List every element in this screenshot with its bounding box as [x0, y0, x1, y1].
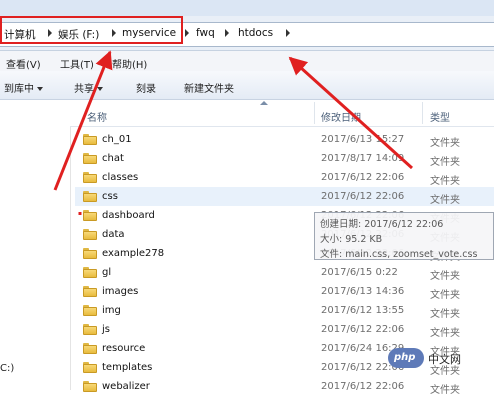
sort-ascending-icon [260, 101, 268, 105]
folder-icon [83, 229, 97, 240]
php-logo-text: php [394, 352, 416, 363]
folder-icon [83, 248, 97, 259]
file-name: data [102, 229, 125, 240]
folder-icon [83, 324, 97, 335]
crumb-htdocs[interactable]: htdocs [238, 27, 273, 39]
tooltip-size: 大小: 95.2 KB [320, 234, 383, 245]
file-row[interactable]: classes 2017/6/12 22:06 文件夹 [75, 168, 494, 187]
menu-view[interactable]: 查看(V) [6, 56, 41, 71]
file-type: 文件夹 [430, 195, 460, 206]
file-date: 2017/6/15 0:22 [321, 267, 398, 278]
file-name: dashboard [102, 210, 155, 221]
file-type: 文件夹 [430, 309, 460, 320]
file-name: img [102, 305, 121, 316]
file-row[interactable]: images 2017/6/13 14:36 文件夹 [75, 282, 494, 301]
file-date: 2017/6/12 13:55 [321, 305, 405, 316]
folder-icon [83, 153, 97, 164]
php-watermark: php 中文网 [388, 346, 494, 372]
file-type: 文件夹 [430, 271, 460, 282]
highlight-box [0, 16, 183, 44]
file-name: css [102, 191, 118, 202]
file-type: 文件夹 [430, 290, 460, 301]
nav-drive-c[interactable]: C:) [0, 363, 14, 374]
folder-icon [83, 134, 97, 145]
column-type[interactable]: 类型 [430, 109, 450, 124]
file-type: 文件夹 [430, 138, 460, 149]
tooltip-files: 文件: main.css, zoomset_vote.css [320, 249, 478, 260]
navigation-pane: C:) [0, 100, 71, 390]
column-divider[interactable] [314, 102, 315, 124]
chevron-right-icon[interactable] [225, 29, 229, 37]
chevron-right-icon[interactable] [185, 29, 189, 37]
share-button[interactable]: 共享 [74, 80, 103, 95]
crumb-fwq[interactable]: fwq [196, 27, 215, 39]
file-name: webalizer [102, 381, 150, 392]
library-label: 到库中 [4, 84, 34, 95]
file-date: 2017/6/13 15:27 [321, 134, 405, 145]
file-name: templates [102, 362, 153, 373]
include-in-library-button[interactable]: 到库中 [4, 80, 43, 95]
file-row[interactable]: webalizer 2017/6/12 22:06 文件夹 [75, 377, 494, 396]
file-row[interactable]: img 2017/6/12 13:55 文件夹 [75, 301, 494, 320]
folder-icon [83, 362, 97, 373]
file-row[interactable]: gl 2017/6/15 0:22 文件夹 [75, 263, 494, 282]
file-date: 2017/6/12 22:06 [321, 381, 405, 392]
file-type: 文件夹 [430, 385, 460, 396]
menu-help[interactable]: 帮助(H) [112, 56, 147, 71]
folder-icon [83, 286, 97, 297]
column-name[interactable]: 名称 [87, 109, 107, 124]
menu-bar: 查看(V) 工具(T) 帮助(H) [0, 51, 494, 71]
window-top-band [0, 0, 494, 16]
caret-down-icon [97, 87, 103, 91]
file-name: chat [102, 153, 124, 164]
file-type: 文件夹 [430, 328, 460, 339]
folder-icon [83, 267, 97, 278]
column-date[interactable]: 修改日期 [321, 109, 361, 124]
folder-icon [83, 210, 97, 221]
file-name: gl [102, 267, 112, 278]
file-date: 2017/6/13 14:36 [321, 286, 405, 297]
file-date: 2017/8/17 14:09 [321, 153, 405, 164]
chevron-right-icon[interactable] [286, 29, 290, 37]
file-date: 2017/6/12 22:06 [321, 172, 405, 183]
burn-button[interactable]: 刻录 [136, 80, 156, 95]
file-name: example278 [102, 248, 165, 259]
file-row[interactable]: js 2017/6/12 22:06 文件夹 [75, 320, 494, 339]
file-type: 文件夹 [430, 157, 460, 168]
file-row[interactable]: chat 2017/8/17 14:09 文件夹 [75, 149, 494, 168]
file-row[interactable]: css 2017/6/12 22:06 文件夹 [75, 187, 494, 206]
file-date: 2017/6/12 22:06 [321, 324, 405, 335]
file-type: 文件夹 [430, 176, 460, 187]
share-label: 共享 [74, 84, 94, 95]
file-name: ch_01 [102, 134, 132, 145]
file-name: js [102, 324, 110, 335]
file-row[interactable]: ch_01 2017/6/13 15:27 文件夹 [75, 130, 494, 149]
new-folder-button[interactable]: 新建文件夹 [184, 80, 234, 95]
folder-icon [83, 172, 97, 183]
php-logo: php [388, 348, 424, 368]
file-date: 2017/6/12 22:06 [321, 191, 405, 202]
file-tooltip: 创建日期: 2017/6/12 22:06 大小: 95.2 KB 文件: ma… [314, 212, 494, 260]
file-name: resource [102, 343, 146, 354]
folder-icon [83, 381, 97, 392]
file-name: classes [102, 172, 139, 183]
column-header: 名称 修改日期 类型 [70, 100, 494, 127]
folder-icon [83, 305, 97, 316]
menu-tools[interactable]: 工具(T) [60, 56, 94, 71]
column-divider[interactable] [422, 102, 423, 124]
tooltip-created: 创建日期: 2017/6/12 22:06 [320, 219, 444, 230]
toolbar: 到库中 共享 刻录 新建文件夹 [0, 71, 494, 100]
file-name: images [102, 286, 139, 297]
folder-icon [83, 343, 97, 354]
watermark-text: 中文网 [428, 353, 461, 366]
folder-icon [83, 191, 97, 202]
caret-down-icon [37, 87, 43, 91]
